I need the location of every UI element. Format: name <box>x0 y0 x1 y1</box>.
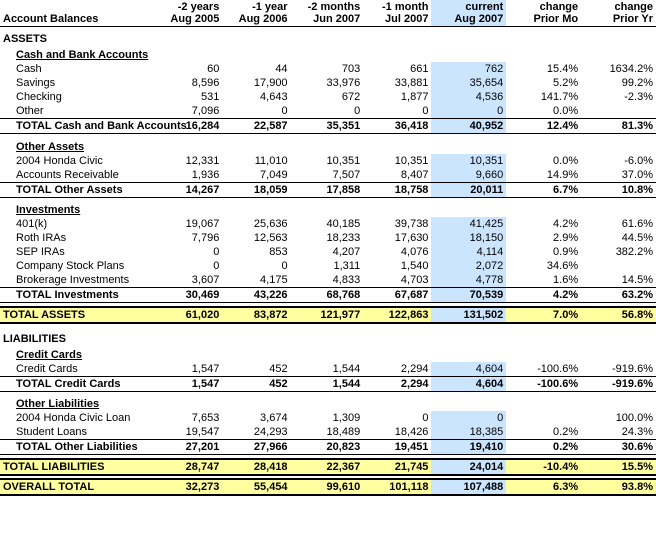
assets-section-header: ASSETS <box>0 27 656 47</box>
brokerage-row: Brokerage Investments 3,607 4,175 4,833 … <box>0 273 656 288</box>
total-other-assets-row: TOTAL Other Assets 14,267 18,059 17,858 … <box>0 182 656 197</box>
liabilities-section-header: LIABILITIES <box>0 327 656 346</box>
col-header-3: -2 months Jun 2007 <box>291 0 364 27</box>
col-header-2: -1 year Aug 2006 <box>222 0 290 27</box>
401k-row: 401(k) 19,067 25,636 40,185 39,738 41,42… <box>0 217 656 231</box>
credit-cards-header: Credit Cards <box>0 346 656 362</box>
checking-row: Checking 531 4,643 672 1,877 4,536 141.7… <box>0 90 656 104</box>
col-header-7: change Prior Yr <box>581 0 656 27</box>
main-container: Account Balances -2 years Aug 2005 -1 ye… <box>0 0 656 496</box>
total-liabilities-row: TOTAL LIABILITIES 28,747 28,418 22,367 2… <box>0 459 656 475</box>
total-other-liabilities-row: TOTAL Other Liabilities 27,201 27,966 20… <box>0 440 656 455</box>
investments-header: Investments <box>0 201 656 217</box>
other-cash-row: Other 7,096 0 0 0 0 0.0% <box>0 104 656 119</box>
total-credit-cards-row: TOTAL Credit Cards 1,547 452 1,544 2,294… <box>0 376 656 391</box>
overall-total-row: OVERALL TOTAL 32,273 55,454 99,610 101,1… <box>0 479 656 495</box>
col-header-4: -1 month Jul 2007 <box>363 0 431 27</box>
column-header-row: Account Balances -2 years Aug 2005 -1 ye… <box>0 0 656 27</box>
student-loans-row: Student Loans 19,547 24,293 18,489 18,42… <box>0 425 656 440</box>
honda-civic-row: 2004 Honda Civic 12,331 11,010 10,351 10… <box>0 154 656 168</box>
total-cash-row: TOTAL Cash and Bank Accounts 16,284 22,5… <box>0 119 656 134</box>
other-liabilities-header: Other Liabilities <box>0 395 656 411</box>
col-header-current: current Aug 2007 <box>431 0 506 27</box>
total-assets-row: TOTAL ASSETS 61,020 83,872 121,977 122,8… <box>0 307 656 323</box>
sep-ira-row: SEP IRAs 0 853 4,207 4,076 4,114 0.9% 38… <box>0 245 656 259</box>
honda-loan-row: 2004 Honda Civic Loan 7,653 3,674 1,309 … <box>0 411 656 425</box>
company-stock-row: Company Stock Plans 0 0 1,311 1,540 2,07… <box>0 259 656 273</box>
accounts-receivable-row: Accounts Receivable 1,936 7,049 7,507 8,… <box>0 168 656 183</box>
cash-subsection-header: Cash and Bank Accounts <box>0 46 656 62</box>
cash-row: Cash 60 44 703 661 762 15.4% 1634.2% <box>0 62 656 76</box>
total-investments-row: TOTAL Investments 30,469 43,226 68,768 6… <box>0 288 656 303</box>
account-balances-title: Account Balances <box>0 0 154 27</box>
savings-row: Savings 8,596 17,900 33,976 33,881 35,65… <box>0 76 656 90</box>
col-header-1: -2 years Aug 2005 <box>154 0 222 27</box>
roth-ira-row: Roth IRAs 7,796 12,563 18,233 17,630 18,… <box>0 231 656 245</box>
credit-cards-row: Credit Cards 1,547 452 1,544 2,294 4,604… <box>0 362 656 377</box>
col-header-6: change Prior Mo <box>506 0 581 27</box>
other-assets-header: Other Assets <box>0 138 656 154</box>
